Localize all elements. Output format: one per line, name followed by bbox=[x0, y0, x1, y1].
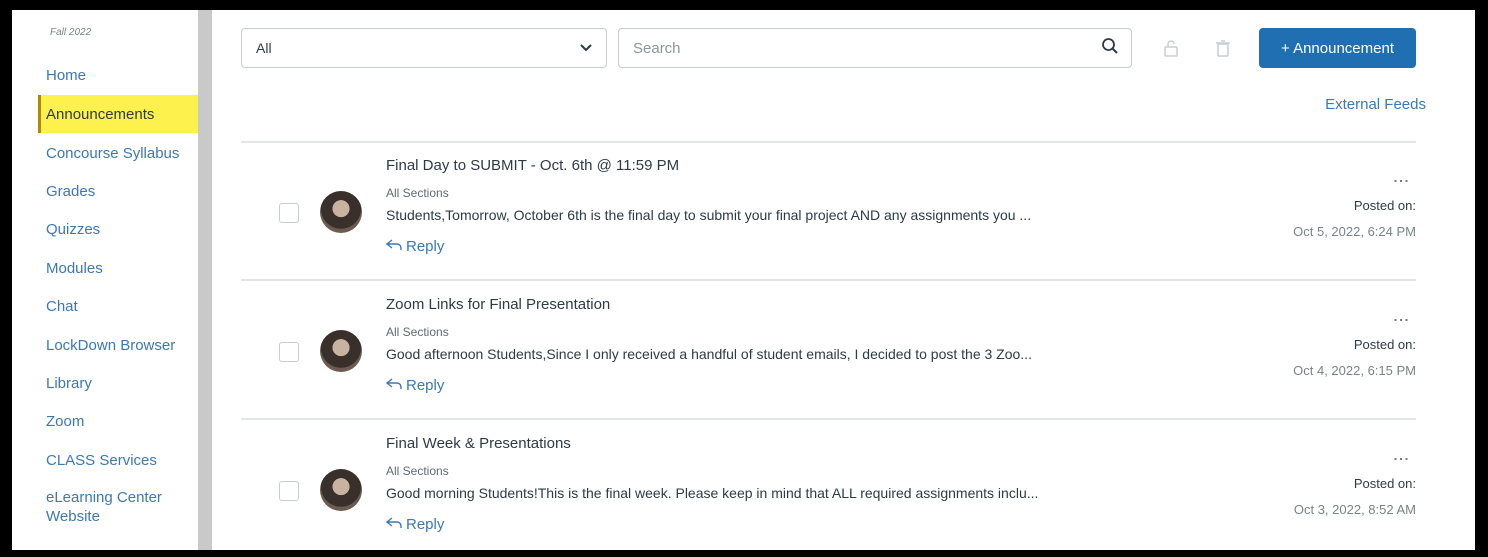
add-announcement-button[interactable]: + Announcement bbox=[1259, 28, 1416, 68]
nav-item-quizzes[interactable]: Quizzes bbox=[38, 211, 198, 247]
nav-item-concourse-syllabus[interactable]: Concourse Syllabus bbox=[38, 135, 198, 171]
search-input[interactable] bbox=[631, 38, 1101, 58]
nav-item-library[interactable]: Library bbox=[38, 365, 198, 401]
announcements-main: All + Announcement External Feeds Final … bbox=[212, 10, 1475, 550]
reply-label: Reply bbox=[406, 516, 445, 533]
nav-item-grades[interactable]: Grades bbox=[38, 173, 198, 209]
announcement-title[interactable]: Zoom Links for Final Presentation bbox=[386, 296, 610, 313]
external-feeds-link[interactable]: External Feeds bbox=[1325, 96, 1426, 113]
announcement-row[interactable]: Final Week & Presentations All Sections … bbox=[241, 421, 1416, 550]
nav-item-modules[interactable]: Modules bbox=[38, 250, 198, 286]
announcement-section: All Sections bbox=[386, 464, 449, 478]
avatar bbox=[320, 191, 362, 233]
section-filter-select[interactable]: All bbox=[241, 28, 607, 68]
chevron-down-icon bbox=[580, 41, 592, 55]
course-nav-sidebar: Fall 2022 Home Announcements Concourse S… bbox=[12, 10, 198, 550]
announcement-title[interactable]: Final Week & Presentations bbox=[386, 435, 571, 452]
announcement-section: All Sections bbox=[386, 186, 449, 200]
reply-link[interactable]: Reply bbox=[385, 516, 445, 533]
posted-date: Oct 5, 2022, 6:24 PM bbox=[1293, 224, 1416, 239]
term-label: Fall 2022 bbox=[50, 27, 92, 38]
reply-label: Reply bbox=[406, 238, 445, 255]
search-icon[interactable] bbox=[1101, 37, 1119, 60]
posted-date: Oct 3, 2022, 8:52 AM bbox=[1293, 502, 1416, 517]
reply-link[interactable]: Reply bbox=[385, 377, 445, 394]
nav-item-announcements[interactable]: Announcements bbox=[38, 95, 198, 133]
announcement-preview: Students,Tomorrow, October 6th is the fi… bbox=[386, 207, 1032, 223]
nav-item-home[interactable]: Home bbox=[38, 57, 198, 93]
reply-icon bbox=[385, 238, 402, 255]
announcement-checkbox[interactable] bbox=[279, 481, 299, 501]
lock-icon[interactable] bbox=[1155, 32, 1187, 64]
nav-item-zoom[interactable]: Zoom bbox=[38, 403, 198, 439]
posted-on-label: Posted on: bbox=[1353, 198, 1416, 213]
trash-icon[interactable] bbox=[1207, 32, 1239, 64]
posted-on-label: Posted on: bbox=[1353, 476, 1416, 491]
announcement-checkbox[interactable] bbox=[279, 342, 299, 362]
announcement-preview: Good morning Students!This is the final … bbox=[386, 485, 1039, 501]
nav-item-lockdown-browser[interactable]: LockDown Browser bbox=[38, 327, 198, 363]
announcement-row[interactable]: Final Day to SUBMIT - Oct. 6th @ 11:59 P… bbox=[241, 143, 1416, 281]
sidebar-scrollbar[interactable] bbox=[198, 10, 212, 550]
reply-icon bbox=[385, 516, 402, 533]
more-vertical-icon[interactable]: ⋮ bbox=[1392, 173, 1409, 189]
more-vertical-icon[interactable]: ⋮ bbox=[1392, 451, 1409, 467]
reply-link[interactable]: Reply bbox=[385, 238, 445, 255]
app-frame: Fall 2022 Home Announcements Concourse S… bbox=[12, 10, 1475, 550]
announcement-checkbox[interactable] bbox=[279, 203, 299, 223]
announcement-row[interactable]: Zoom Links for Final Presentation All Se… bbox=[241, 282, 1416, 420]
reply-icon bbox=[385, 377, 402, 394]
announcement-title[interactable]: Final Day to SUBMIT - Oct. 6th @ 11:59 P… bbox=[386, 157, 679, 174]
avatar bbox=[320, 330, 362, 372]
announcement-preview: Good afternoon Students,Since I only rec… bbox=[386, 346, 1032, 362]
posted-on-label: Posted on: bbox=[1353, 337, 1416, 352]
nav-item-elearning-center[interactable]: eLearning Center Website bbox=[38, 485, 188, 529]
reply-label: Reply bbox=[406, 377, 445, 394]
search-field[interactable] bbox=[618, 28, 1132, 68]
announcement-section: All Sections bbox=[386, 325, 449, 339]
posted-date: Oct 4, 2022, 6:15 PM bbox=[1293, 363, 1416, 378]
more-vertical-icon[interactable]: ⋮ bbox=[1392, 312, 1409, 328]
filter-value: All bbox=[256, 40, 272, 56]
avatar bbox=[320, 469, 362, 511]
nav-item-class-services[interactable]: CLASS Services bbox=[38, 442, 198, 478]
nav-item-chat[interactable]: Chat bbox=[38, 288, 198, 324]
